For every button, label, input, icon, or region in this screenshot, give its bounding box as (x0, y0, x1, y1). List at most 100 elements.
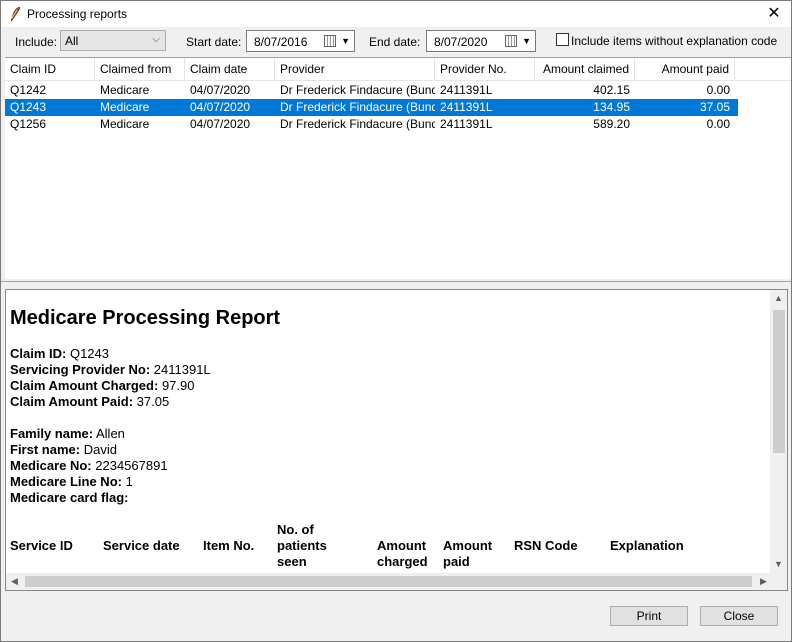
cell-claim-id: Q1243 (10, 100, 47, 114)
scroll-up-icon[interactable]: ▲ (770, 290, 787, 307)
column-header-provider[interactable]: Provider (275, 58, 435, 80)
scroll-left-icon[interactable]: ◀ (6, 573, 23, 590)
cell-amount-paid: 0.00 (706, 83, 730, 97)
close-icon[interactable]: ✕ (757, 1, 791, 27)
report-viewer: Medicare Processing Report Claim ID: Q12… (5, 289, 788, 591)
cell-provider: Dr Frederick Findacure (Bund... (280, 117, 435, 131)
window-title: Processing reports (27, 7, 128, 21)
calendar-icon[interactable] (505, 35, 517, 47)
cell-provider-no: 2411391L (440, 83, 493, 97)
start-date-picker[interactable]: 8/07/2016 ▼ (246, 30, 355, 52)
cell-provider-no: 2411391L (440, 117, 493, 131)
column-header-amount-claimed[interactable]: Amount claimed (535, 58, 635, 80)
column-header-claim-date[interactable]: Claim date (185, 58, 275, 80)
scroll-down-icon[interactable]: ▼ (770, 556, 787, 573)
vertical-scrollbar[interactable]: ▲ ▼ (770, 290, 787, 573)
report-title: Medicare Processing Report (10, 307, 281, 329)
processing-reports-window: Processing reports ✕ Include: All ⌵ Star… (0, 0, 792, 642)
start-date-label: Start date: (186, 35, 242, 49)
medicare-line-no-field: Medicare Line No: 1 (10, 474, 133, 489)
col-patients-seen-line2: patients (277, 538, 327, 553)
col-service-date: Service date (103, 538, 180, 553)
cell-amount-claimed: 589.20 (593, 117, 630, 131)
medicare-no-label: Medicare No: (10, 458, 92, 473)
col-amount-paid-line2: paid (443, 554, 470, 569)
medicare-no-field: Medicare No: 2234567891 (10, 458, 168, 473)
table-row-selected[interactable]: Q1243 Medicare 04/07/2020 Dr Frederick F… (5, 99, 738, 116)
provider-no-label: Servicing Provider No: (10, 362, 151, 377)
horizontal-scroll-thumb[interactable] (25, 576, 752, 587)
family-name-value: Allen (96, 426, 125, 441)
claim-id-value: Q1243 (69, 346, 110, 361)
print-button[interactable]: Print (610, 606, 688, 626)
medicare-card-flag-label: Medicare card flag: (10, 490, 129, 505)
col-amount-paid: Amount paid (443, 538, 492, 570)
cell-claimed-from: Medicare (100, 117, 150, 131)
first-name-label: First name: (10, 442, 81, 457)
include-dropdown-value: All (65, 34, 79, 48)
first-name-field: First name: David (10, 442, 117, 457)
family-name-label: Family name: (10, 426, 94, 441)
table-row[interactable]: Q1256 Medicare 04/07/2020 Dr Frederick F… (5, 116, 738, 133)
cell-claim-date: 04/07/2020 (190, 83, 251, 97)
dropdown-arrow-icon[interactable]: ▼ (522, 36, 531, 46)
cell-amount-claimed: 134.95 (593, 100, 630, 114)
family-name-field: Family name: Allen (10, 426, 125, 441)
col-patients-seen: No. of patients seen (277, 522, 327, 570)
col-patients-seen-line3: seen (277, 554, 307, 569)
col-item-no: Item No. (203, 538, 255, 553)
include-label: Include: (15, 35, 58, 49)
cell-claim-date: 04/07/2020 (190, 117, 251, 131)
vertical-scroll-thumb[interactable] (773, 310, 785, 453)
include-dropdown[interactable]: All ⌵ (60, 30, 166, 51)
medicare-line-no-label: Medicare Line No: (10, 474, 122, 489)
end-date-label: End date: (369, 35, 421, 49)
cell-provider-no: 2411391L (440, 100, 493, 114)
grid-header: Claim ID Claimed from Claim date Provide… (5, 58, 791, 81)
cell-claimed-from: Medicare (100, 83, 150, 97)
include-unexplained-label[interactable]: Include items without explanation code (571, 34, 777, 48)
calendar-icon[interactable] (324, 35, 336, 47)
col-amount-charged-line1: Amount (377, 538, 427, 553)
table-row[interactable]: Q1242 Medicare 04/07/2020 Dr Frederick F… (5, 82, 738, 99)
col-explanation: Explanation (610, 538, 684, 553)
col-rsn-code: RSN Code (514, 538, 578, 553)
column-header-claimed-from[interactable]: Claimed from (95, 58, 185, 80)
medicare-card-flag-field: Medicare card flag: (10, 490, 129, 505)
claim-id-field: Claim ID: Q1243 (10, 346, 109, 361)
cell-amount-paid: 0.00 (706, 117, 730, 131)
dropdown-arrow-icon[interactable]: ▼ (341, 36, 350, 46)
col-patients-seen-line1: No. of (277, 522, 314, 537)
cell-provider: Dr Frederick Findacure (Bund... (280, 100, 435, 114)
title-bar: Processing reports ✕ (1, 1, 791, 27)
first-name-value: David (83, 442, 117, 457)
amount-charged-label: Claim Amount Charged: (10, 378, 159, 393)
start-date-value: 8/07/2016 (254, 35, 308, 49)
amount-paid-value: 37.05 (136, 394, 170, 409)
cell-claimed-from: Medicare (100, 100, 150, 114)
medicare-no-value: 2234567891 (95, 458, 168, 473)
cell-amount-paid: 37.05 (699, 100, 730, 114)
cell-amount-claimed: 402.15 (593, 83, 630, 97)
close-button[interactable]: Close (700, 606, 778, 626)
include-unexplained-checkbox[interactable] (556, 33, 569, 46)
provider-no-field: Servicing Provider No: 2411391L (10, 362, 211, 377)
filter-bar: Include: All ⌵ Start date: 8/07/2016 ▼ E… (1, 27, 791, 55)
end-date-picker[interactable]: 8/07/2020 ▼ (426, 30, 536, 52)
amount-charged-value: 97.90 (161, 378, 195, 393)
scrollbar-corner (770, 573, 787, 590)
col-amount-paid-line1: Amount (443, 538, 493, 553)
cell-provider: Dr Frederick Findacure (Bund... (280, 83, 435, 97)
column-header-provider-no[interactable]: Provider No. (435, 58, 535, 80)
col-amount-charged-line2: charged (377, 554, 428, 569)
chevron-down-icon: ⌵ (152, 34, 160, 45)
column-header-claim-id[interactable]: Claim ID (5, 58, 95, 80)
provider-no-value: 2411391L (153, 362, 211, 377)
cell-claim-id: Q1242 (10, 83, 47, 97)
column-header-amount-paid[interactable]: Amount paid (635, 58, 735, 80)
splitter[interactable] (1, 281, 791, 285)
col-service-id: Service ID (10, 538, 73, 553)
quill-pen-icon (10, 6, 21, 22)
claim-id-label: Claim ID: (10, 346, 67, 361)
horizontal-scrollbar[interactable]: ◀ ▶ (6, 573, 772, 590)
